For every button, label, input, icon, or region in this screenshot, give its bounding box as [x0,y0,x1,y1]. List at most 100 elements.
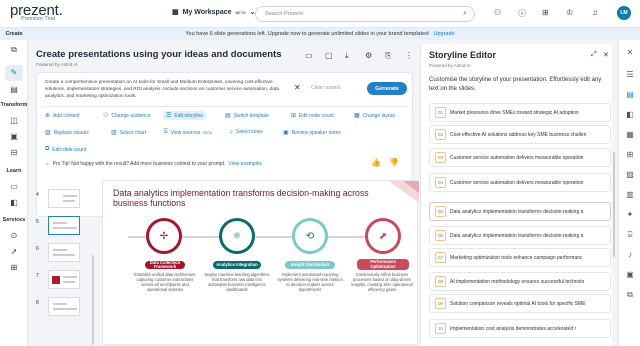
replace-visuals-button[interactable]: ▨ Replace visuals [45,129,89,137]
node-icon[interactable]: ⊞ [619,150,640,159]
search-input[interactable]: Search Prezent ⌕ [255,6,475,22]
slide-thumbnail[interactable] [48,270,80,289]
gift-icon[interactable]: ⊞ [542,8,549,17]
panel-description: Customise the storyline of your presenta… [429,77,602,92]
select-voice-button[interactable]: ♪ Select voice [230,129,263,135]
storyline-item[interactable]: 06 Data analytics implementation transfor… [429,226,611,245]
storyline-item[interactable]: 08 AI implementation methodology ensures … [429,272,611,291]
workspace-label: My Workspace [182,8,232,16]
rocket-icon[interactable]: ➚ [0,247,28,256]
help-icon[interactable]: ⓘ [518,8,526,19]
storyline-item[interactable]: 07 Marketing optimization tools enhance c… [429,248,611,267]
edit-storyline-button[interactable]: ☰ Edit storyline [163,111,207,120]
download-icon[interactable]: ⤓ [345,51,349,61]
storyline-item[interactable]: 01 Market pressures drive SMEs toward str… [429,103,611,122]
avatar[interactable]: LM [617,6,631,20]
sync-icon[interactable]: ⊟ [0,148,28,157]
count-icon[interactable]: ⧉ [619,290,640,300]
comply-icon[interactable]: ◧ [0,198,28,207]
storyline-icon[interactable]: ▤ [619,90,640,99]
storyline-item[interactable]: 04 Customer service automation delivers m… [429,173,611,192]
slide-number: 5 [36,219,39,225]
magic-icon[interactable]: ✦ [619,210,640,219]
services-icon[interactable]: ⊙ [0,231,28,240]
view-sources-button[interactable]: ⌸ View sources BETA [164,129,212,136]
add-user-icon[interactable]: ⚇ [494,8,501,17]
close-panel-icon[interactable]: ✕ [619,48,640,57]
sources-icon[interactable]: ⌸ [619,230,640,240]
step-description: Implement automated reporting systems de… [277,272,343,292]
slide-thumbnail-selected[interactable] [48,216,80,235]
slide-title: Data analytics implementation transforms… [113,188,369,208]
share-icon[interactable]: ⎘ [385,51,391,61]
story-icon[interactable]: ▤ [0,85,28,94]
prompt-input[interactable]: Create a comprehensive presentation on A… [45,79,280,100]
slide-thumbnail[interactable] [48,297,80,316]
review-speaker-notes-button[interactable]: ▣ Review speaker notes [283,129,341,137]
thumbnail-scrollbar[interactable] [92,255,94,345]
edit-slide-count-button[interactable]: ⧉ Edit slide count [45,146,86,153]
tip-text: Pro Tip! Not happy with the result? Add … [52,161,226,167]
switch-template-button[interactable]: ▤ Switch template [225,112,269,120]
storyline-item[interactable]: 03 Customer service automation delivers m… [429,148,611,167]
close-icon[interactable]: ✕ [294,83,301,92]
count-icon: ⧉ [45,146,50,152]
magic-wand-icon[interactable]: ✎ [0,65,28,81]
chart-icon[interactable]: ▥ [619,190,640,199]
image-icon[interactable]: ▨ [619,170,640,179]
transform-icon[interactable]: ◫ [0,116,28,125]
new-presentation-icon[interactable]: ⧉ [0,45,28,55]
slide-thumbnail[interactable] [48,243,80,262]
slide-thumbnail[interactable] [48,189,80,208]
section-learn: Learn [6,168,22,174]
change-layout-button[interactable]: ▦ Change layout [354,112,395,120]
storyline-item-selected[interactable]: 05 Data analytics implementation transfor… [429,202,611,221]
chart-icon: ▥ [111,130,117,136]
generate-button[interactable]: Generate [367,82,407,95]
slide-number: 7 [36,273,39,279]
close-icon[interactable]: ✕ [603,51,609,59]
clear-context-button[interactable]: Clear context [311,85,340,91]
view-examples-link[interactable]: View examples [228,161,262,167]
upgrade-link[interactable]: Upgrade [433,31,454,37]
edit-node-count-button[interactable]: ⊞ Edit node count [291,112,334,120]
template-service-icon[interactable]: ⊞ [0,263,28,272]
settings-icon[interactable]: ⚙ [365,51,372,60]
step-label: Insight Distribution [285,261,335,269]
thumbs-up-icon[interactable]: 👍 [371,158,381,167]
storyline-item[interactable]: 02 Cost-effective AI solutions address ke… [429,125,611,144]
learn-icon[interactable]: ▭ [0,182,28,191]
more-icon[interactable]: ⋮ [405,51,413,60]
storyline-item[interactable]: 10 Implementation cost analysis demonstra… [429,319,611,338]
top-bar: prezent. Premium Trial ▦ My Workspace BET… [0,0,640,28]
trophy-icon[interactable]: ♔ [566,8,573,17]
sources-badge: BETA [203,130,213,135]
layout-icon: ▦ [354,113,360,119]
storyline-scrollbar[interactable] [613,152,615,257]
folder-icon[interactable]: ▭ [305,51,313,60]
storyline-icon: ☰ [166,113,172,119]
layout-icon[interactable]: ▦ [619,130,640,139]
select-chart-button[interactable]: ▥ Select chart [111,129,146,137]
slide-number: 4 [36,192,39,198]
voice-icon: ♪ [230,129,233,135]
workspace-selector[interactable]: ▦ My Workspace BETA ⌄ [172,8,256,17]
slide-preview: Data analytics implementation transforms… [102,180,419,345]
sources-icon: ⌸ [164,129,168,135]
voice-icon[interactable]: ♪ [619,250,640,259]
save-icon[interactable]: ▢ [325,51,333,60]
redesign-icon[interactable]: ▣ [0,132,28,141]
bell-icon[interactable]: ♫ [592,8,598,17]
thumbs-down-icon[interactable]: 👎 [389,158,399,167]
expand-icon[interactable]: ⤢ [591,51,597,59]
template-icon[interactable]: ◧ [619,110,640,119]
notes-icon[interactable]: ▣ [619,270,640,279]
step-description: Deploy machine learning algorithms that … [204,272,270,292]
chat-icon[interactable]: ☰ [619,70,640,79]
powered-by: Powered by Astrid AI [36,62,78,67]
change-audience-button[interactable]: ⚇ Change audience [103,112,151,120]
add-context-button[interactable]: ⊕ Add context [45,112,79,120]
storyline-editor-panel: Storyline Editor Powered by Astrid AI ⤢ … [420,44,612,346]
storyline-item[interactable]: 09 Solution comparison reveals optimal AI… [429,294,611,313]
upgrade-banner: You have 6 slide generations left. Upgra… [0,28,640,40]
